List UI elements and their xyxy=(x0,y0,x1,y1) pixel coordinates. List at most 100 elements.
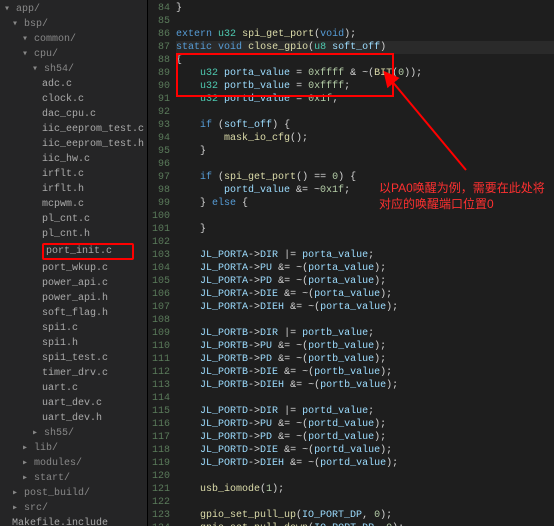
line-number: 88 xyxy=(148,54,170,67)
tree-item[interactable]: pl_cnt.c xyxy=(0,212,147,227)
code-highlight-box xyxy=(176,53,394,97)
line-number: 122 xyxy=(148,496,170,509)
code-line[interactable]: JL_PORTB->DIE &= ~(portb_value); xyxy=(176,366,554,379)
code-line[interactable]: extern u32 spi_get_port(void); xyxy=(176,28,554,41)
code-line[interactable]: JL_PORTB->DIR |= portb_value; xyxy=(176,327,554,340)
line-number: 86 xyxy=(148,28,170,41)
line-number: 110 xyxy=(148,340,170,353)
code-line[interactable]: JL_PORTD->PU &= ~(portd_value); xyxy=(176,418,554,431)
tree-item[interactable]: cpu/ xyxy=(0,47,147,62)
tree-item[interactable]: spi1.h xyxy=(0,336,147,351)
code-line[interactable]: } xyxy=(176,145,554,158)
code-line[interactable]: JL_PORTA->DIE &= ~(porta_value); xyxy=(176,288,554,301)
line-number: 84 xyxy=(148,2,170,15)
tree-item[interactable]: irflt.c xyxy=(0,167,147,182)
tree-item[interactable]: port_init.c xyxy=(0,242,147,261)
code-line[interactable] xyxy=(176,496,554,509)
code-line[interactable]: gpio_set_pull_down(IO_PORT_DP, 0); xyxy=(176,522,554,526)
line-number: 114 xyxy=(148,392,170,405)
code-line[interactable]: } xyxy=(176,2,554,15)
tree-item[interactable]: uart_dev.c xyxy=(0,396,147,411)
code-line[interactable]: usb_iomode(1); xyxy=(176,483,554,496)
line-number: 115 xyxy=(148,405,170,418)
code-line[interactable]: mask_io_cfg(); xyxy=(176,132,554,145)
line-number: 104 xyxy=(148,262,170,275)
code-line[interactable]: JL_PORTB->PD &= ~(portb_value); xyxy=(176,353,554,366)
tree-item[interactable]: post_build/ xyxy=(0,486,147,501)
tree-item[interactable]: soft_flag.h xyxy=(0,306,147,321)
code-line[interactable]: JL_PORTA->DIR |= porta_value; xyxy=(176,249,554,262)
code-line[interactable]: gpio_set_pull_up(IO_PORT_DP, 0); xyxy=(176,509,554,522)
file-tree-sidebar[interactable]: app/bsp/common/cpu/sh54/adc.cclock.cdac_… xyxy=(0,0,148,526)
tree-item[interactable]: spi1_test.c xyxy=(0,351,147,366)
tree-item[interactable]: irflt.h xyxy=(0,182,147,197)
code-line[interactable] xyxy=(176,314,554,327)
code-line[interactable]: JL_PORTA->PU &= ~(porta_value); xyxy=(176,262,554,275)
line-number: 106 xyxy=(148,288,170,301)
line-number: 102 xyxy=(148,236,170,249)
tree-item[interactable]: iic_eeprom_test.c xyxy=(0,122,147,137)
line-number: 93 xyxy=(148,119,170,132)
tree-item[interactable]: start/ xyxy=(0,471,147,486)
line-number: 92 xyxy=(148,106,170,119)
tree-item[interactable]: app/ xyxy=(0,2,147,17)
tree-item[interactable]: uart.c xyxy=(0,381,147,396)
code-line[interactable] xyxy=(176,236,554,249)
tree-item[interactable]: common/ xyxy=(0,32,147,47)
line-number: 103 xyxy=(148,249,170,262)
code-line[interactable]: JL_PORTB->DIEH &= ~(portb_value); xyxy=(176,379,554,392)
line-number: 116 xyxy=(148,418,170,431)
line-number: 89 xyxy=(148,67,170,80)
tree-item[interactable]: port_wkup.c xyxy=(0,261,147,276)
code-line[interactable] xyxy=(176,106,554,119)
tree-item[interactable]: sh55/ xyxy=(0,426,147,441)
code-line[interactable]: } xyxy=(176,223,554,236)
line-number: 95 xyxy=(148,145,170,158)
line-number: 108 xyxy=(148,314,170,327)
code-line[interactable]: JL_PORTD->DIR |= portd_value; xyxy=(176,405,554,418)
tree-item[interactable]: src/ xyxy=(0,501,147,516)
tree-item[interactable]: mcpwm.c xyxy=(0,197,147,212)
line-number: 85 xyxy=(148,15,170,28)
code-line[interactable]: JL_PORTA->DIEH &= ~(porta_value); xyxy=(176,301,554,314)
tree-item[interactable]: iic_hw.c xyxy=(0,152,147,167)
tree-item[interactable]: iic_eeprom_test.h xyxy=(0,137,147,152)
annotation-text: 以PA0唤醒为例，需要在此处将对应的唤醒端口位置0 xyxy=(379,180,549,212)
code-line[interactable]: if (soft_off) { xyxy=(176,119,554,132)
tree-item[interactable]: power_api.h xyxy=(0,291,147,306)
line-number: 113 xyxy=(148,379,170,392)
tree-item[interactable]: dac_cpu.c xyxy=(0,107,147,122)
line-number: 100 xyxy=(148,210,170,223)
tree-item[interactable]: modules/ xyxy=(0,456,147,471)
code-line[interactable] xyxy=(176,15,554,28)
line-number: 118 xyxy=(148,444,170,457)
tree-item[interactable]: bsp/ xyxy=(0,17,147,32)
line-number: 121 xyxy=(148,483,170,496)
tree-item[interactable]: timer_drv.c xyxy=(0,366,147,381)
code-editor[interactable]: 8485868788899091929394959697989910010110… xyxy=(148,0,554,526)
tree-item[interactable]: spi1.c xyxy=(0,321,147,336)
tree-item[interactable]: uart_dev.h xyxy=(0,411,147,426)
tree-item[interactable]: pl_cnt.h xyxy=(0,227,147,242)
tree-item[interactable]: Makefile.include xyxy=(0,516,147,526)
code-line[interactable]: JL_PORTD->DIEH &= ~(portd_value); xyxy=(176,457,554,470)
code-area[interactable]: } extern u32 spi_get_port(void);static v… xyxy=(176,0,554,526)
code-line[interactable]: JL_PORTA->PD &= ~(porta_value); xyxy=(176,275,554,288)
line-number: 107 xyxy=(148,301,170,314)
tree-item[interactable]: sh54/ xyxy=(0,62,147,77)
code-line[interactable]: JL_PORTB->PU &= ~(portb_value); xyxy=(176,340,554,353)
line-number: 105 xyxy=(148,275,170,288)
line-number: 94 xyxy=(148,132,170,145)
line-number: 124 xyxy=(148,522,170,526)
tree-item[interactable]: clock.c xyxy=(0,92,147,107)
code-line[interactable]: JL_PORTD->PD &= ~(portd_value); xyxy=(176,431,554,444)
code-line[interactable]: JL_PORTD->DIE &= ~(portd_value); xyxy=(176,444,554,457)
code-line[interactable] xyxy=(176,158,554,171)
tree-item[interactable]: power_api.c xyxy=(0,276,147,291)
code-line[interactable] xyxy=(176,470,554,483)
line-number: 96 xyxy=(148,158,170,171)
code-line[interactable] xyxy=(176,392,554,405)
tree-item[interactable]: adc.c xyxy=(0,77,147,92)
line-number: 119 xyxy=(148,457,170,470)
tree-item[interactable]: lib/ xyxy=(0,441,147,456)
